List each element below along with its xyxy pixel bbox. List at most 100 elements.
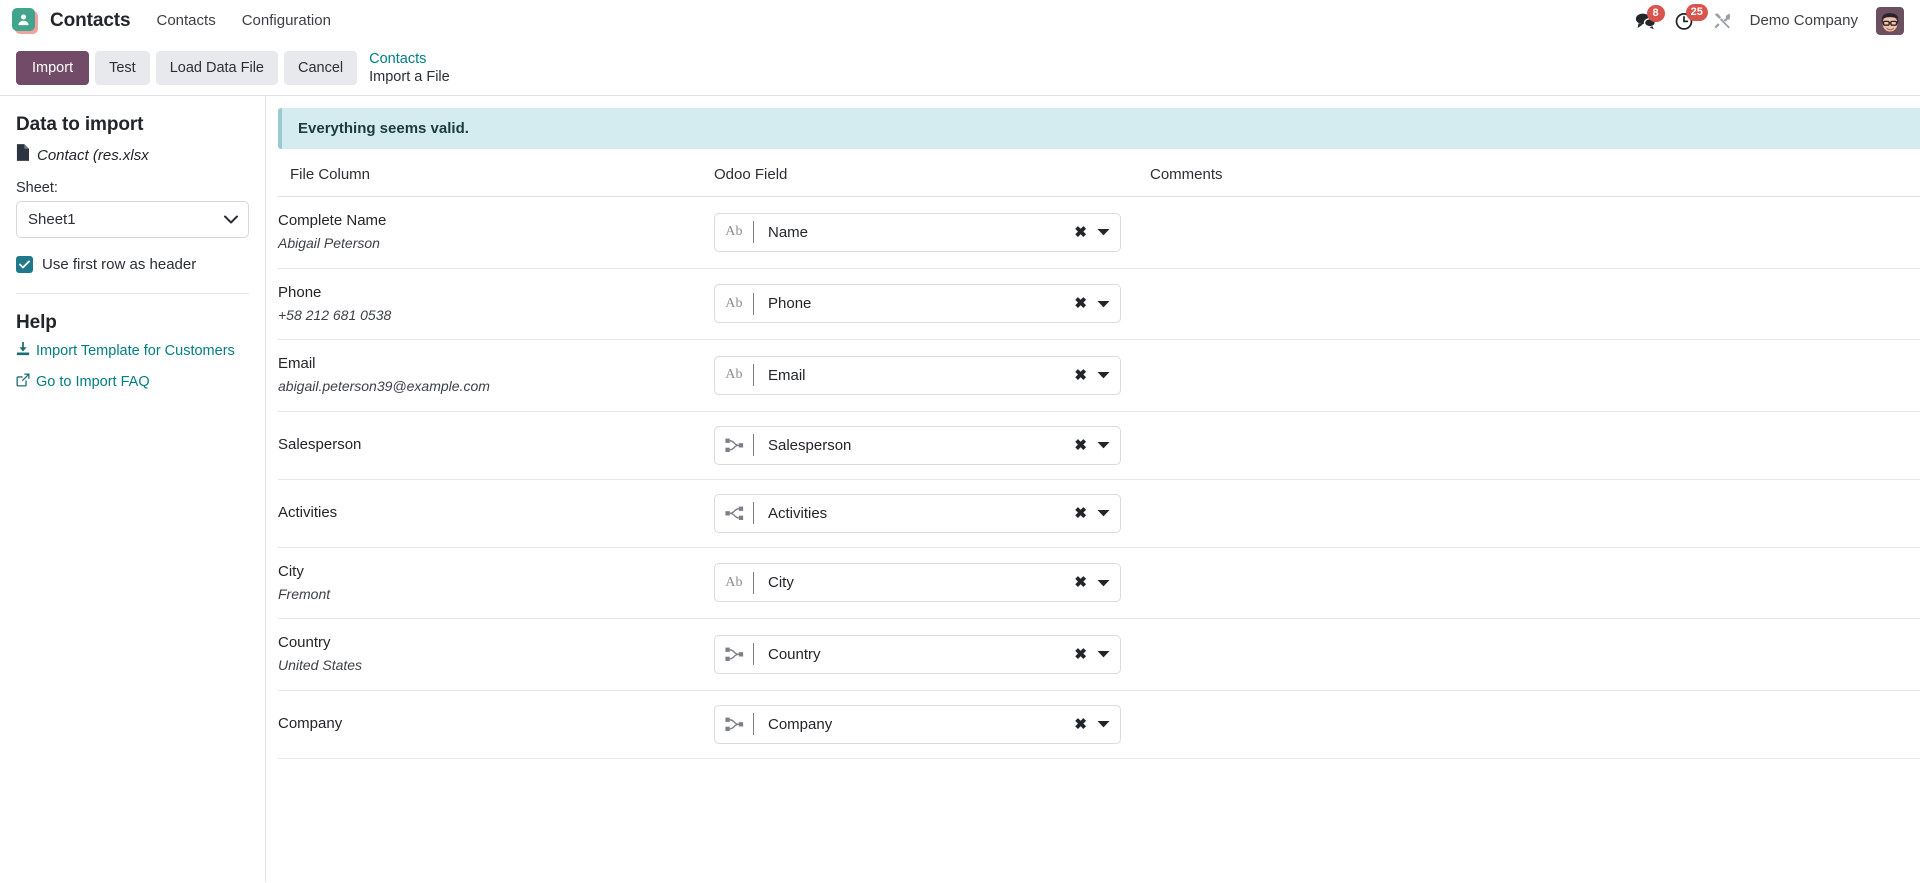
import-template-link-label: Import Template for Customers [36,343,235,359]
file-column-sample: United States [278,657,363,674]
odoo-field-select[interactable]: Country ✖ [714,634,1121,674]
debug-menu[interactable] [1712,11,1732,31]
contacts-app-icon[interactable] [12,7,38,34]
many2one-field-icon [715,717,753,732]
sheet-label: Sheet: [16,180,58,196]
cell-file-column: Phone +58 212 681 0538 [278,268,714,341]
odoo-field-select[interactable]: Ab City ✖ [714,563,1121,603]
char-field-icon: Ab [715,296,753,312]
test-button[interactable]: Test [95,50,150,86]
load-data-file-button[interactable]: Load Data File [155,50,278,86]
odoo-field-select[interactable]: Ab Email ✖ [714,355,1121,395]
odoo-field-label: City [768,574,794,592]
caret-down-icon[interactable] [1097,650,1110,658]
odoo-field-label: Salesperson [768,436,852,454]
odoo-field-select[interactable]: Company ✖ [714,704,1121,744]
tools-icon [1712,11,1732,31]
table-row: Complete Name Abigail Peterson Ab Name ✖ [278,196,1920,269]
file-column-name: Activities [278,504,338,522]
caret-down-icon[interactable] [1097,579,1110,587]
download-icon [16,342,30,360]
cell-file-column: Company [278,690,714,759]
avatar[interactable] [1876,6,1904,35]
breadcrumb-parent-contacts[interactable]: Contacts [369,50,450,68]
clear-icon[interactable]: ✖ [1070,575,1097,590]
cancel-button[interactable]: Cancel [284,50,358,86]
cell-odoo-field: Activities ✖ [714,479,1150,548]
odoo-field-select[interactable]: Salesperson ✖ [714,425,1121,465]
file-icon [16,144,29,166]
systray: 8 25 Demo Company [1635,3,1904,35]
file-column-name: Phone [278,283,322,301]
file-column-sample: +58 212 681 0538 [278,306,392,323]
cell-comments [1150,479,1920,548]
caret-down-icon[interactable] [1097,509,1110,517]
help-links: Import Template for Customers Go to Impo… [16,342,249,391]
cell-file-column: Salesperson [278,411,714,480]
char-field-icon: Ab [715,224,753,240]
cell-odoo-field: Country ✖ [714,618,1150,691]
caret-down-icon[interactable] [1097,300,1110,308]
odoo-field-label: Email [768,366,806,384]
ab-glyph: Ab [725,224,743,240]
clear-icon[interactable]: ✖ [1070,717,1097,732]
menu-item-configuration[interactable]: Configuration [242,12,331,29]
messages-menu[interactable]: 8 [1635,4,1665,30]
company-switcher[interactable]: Demo Company [1750,12,1858,29]
cell-file-column: City Fremont [278,547,714,620]
many2one-field-icon [715,647,753,662]
table-row: Salesperson Salesperson ✖ [278,411,1920,480]
cell-comments [1150,411,1920,480]
activities-menu[interactable]: 25 [1674,3,1708,31]
cell-odoo-field: Company ✖ [714,690,1150,759]
table-row: Country United States Country ✖ [278,618,1920,691]
char-field-icon: Ab [715,575,753,591]
file-column-sample: Fremont [278,585,331,602]
cell-comments [1150,339,1920,412]
menu-item-contacts[interactable]: Contacts [157,12,216,29]
validation-alert: Everything seems valid. [278,108,1920,149]
messages-badge-count: 8 [1646,4,1665,22]
app-icon-face [12,7,35,31]
caret-down-icon[interactable] [1097,228,1110,236]
file-column-name: Salesperson [278,436,362,454]
use-first-row-label[interactable]: Use first row as header [42,256,196,273]
import-button[interactable]: Import [16,50,90,86]
odoo-field-select[interactable]: Ab Name ✖ [714,212,1121,252]
table-head: File Column Odoo Field Comments [278,162,1920,197]
cell-odoo-field: Salesperson ✖ [714,411,1150,480]
cell-comments [1150,547,1920,620]
import-faq-link[interactable]: Go to Import FAQ [16,373,249,391]
control-panel: Import Test Load Data File Cancel Contac… [0,41,1920,96]
clear-icon[interactable]: ✖ [1070,225,1097,240]
odoo-field-select[interactable]: Activities ✖ [714,493,1121,533]
cell-comments [1150,690,1920,759]
table-row: Company Company ✖ [278,690,1920,759]
odoo-field-select[interactable]: Ab Phone ✖ [714,284,1121,324]
activities-badge-count: 25 [1685,3,1708,21]
use-first-row-checkbox[interactable] [16,256,33,273]
table-body: Complete Name Abigail Peterson Ab Name ✖… [278,196,1920,759]
cell-file-column: Activities [278,479,714,548]
import-template-link[interactable]: Import Template for Customers [16,342,249,360]
app-title: Contacts [50,9,131,31]
sidebar-divider [16,293,249,294]
many2one-field-icon [715,438,753,453]
main-content: Everything seems valid. File Column Odoo… [266,96,1920,882]
ab-glyph: Ab [725,574,743,590]
cell-odoo-field: Ab Email ✖ [714,339,1150,412]
clear-icon[interactable]: ✖ [1070,506,1097,521]
clear-icon[interactable]: ✖ [1070,368,1097,383]
cell-odoo-field: Ab Phone ✖ [714,268,1150,341]
sheet-select[interactable]: Sheet1 [16,201,249,238]
import-faq-link-label: Go to Import FAQ [36,374,150,390]
clear-icon[interactable]: ✖ [1070,438,1097,453]
cell-file-column: Country United States [278,618,714,691]
header-odoo-field: Odoo Field [714,162,1150,197]
header-comments: Comments [1150,162,1920,197]
caret-down-icon[interactable] [1097,371,1110,379]
clear-icon[interactable]: ✖ [1070,296,1097,311]
caret-down-icon[interactable] [1097,441,1110,449]
caret-down-icon[interactable] [1097,720,1110,728]
clear-icon[interactable]: ✖ [1070,647,1097,662]
